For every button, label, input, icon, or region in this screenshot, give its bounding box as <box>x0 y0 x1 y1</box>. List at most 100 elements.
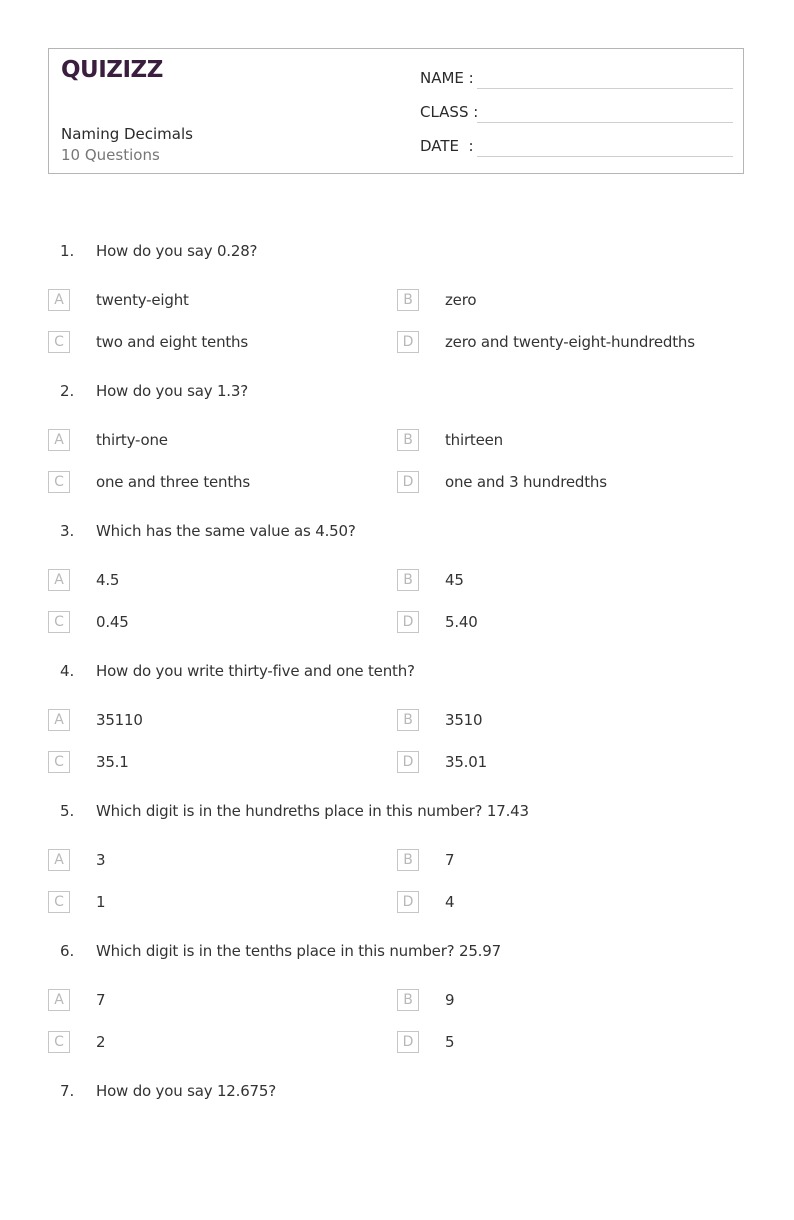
option-text: 7 <box>445 851 455 869</box>
option-text: 3 <box>96 851 106 869</box>
option-letter-box[interactable]: A <box>48 569 70 591</box>
class-field[interactable]: CLASS : <box>420 103 733 125</box>
option-letter-box[interactable]: D <box>397 891 419 913</box>
option-a[interactable]: A 7 <box>48 989 388 1013</box>
option-c[interactable]: C 1 <box>48 891 388 915</box>
option-a[interactable]: A 4.5 <box>48 569 388 593</box>
option-text: 7 <box>96 991 106 1009</box>
question-6: 6. Which digit is in the tenths place in… <box>48 940 748 1080</box>
option-text: 4.5 <box>96 571 120 589</box>
question-number: 3. <box>60 522 75 540</box>
option-d[interactable]: D 35.01 <box>397 751 737 775</box>
option-text: 35.1 <box>96 753 129 771</box>
option-b[interactable]: B zero <box>397 289 737 313</box>
option-b[interactable]: B 9 <box>397 989 737 1013</box>
option-a[interactable]: A twenty-eight <box>48 289 388 313</box>
question-text: Which digit is in the hundreths place in… <box>96 802 529 820</box>
class-input-line[interactable] <box>477 122 733 123</box>
question-number: 7. <box>60 1082 75 1100</box>
option-text: 45 <box>445 571 464 589</box>
option-letter-box[interactable]: B <box>397 289 419 311</box>
question-text: How do you say 1.3? <box>96 382 248 400</box>
option-letter-box[interactable]: A <box>48 849 70 871</box>
question-text: How do you say 0.28? <box>96 242 258 260</box>
question-number: 1. <box>60 242 75 260</box>
question-number: 5. <box>60 802 75 820</box>
option-letter-box[interactable]: C <box>48 891 70 913</box>
question-list: 1. How do you say 0.28? A twenty-eight B… <box>48 240 748 1220</box>
option-b[interactable]: B 7 <box>397 849 737 873</box>
option-letter-box[interactable]: D <box>397 331 419 353</box>
option-text: 5 <box>445 1033 455 1051</box>
question-text: How do you say 12.675? <box>96 1082 276 1100</box>
option-b[interactable]: B 3510 <box>397 709 737 733</box>
option-text: 1 <box>96 893 106 911</box>
option-text: two and eight tenths <box>96 333 248 351</box>
option-letter-box[interactable]: D <box>397 751 419 773</box>
option-letter-box[interactable]: B <box>397 569 419 591</box>
option-c[interactable]: C 2 <box>48 1031 388 1055</box>
question-2: 2. How do you say 1.3? A thirty-one B th… <box>48 380 748 520</box>
option-letter-box[interactable]: B <box>397 849 419 871</box>
option-c[interactable]: C one and three tenths <box>48 471 388 495</box>
option-text: one and three tenths <box>96 473 250 491</box>
name-input-line[interactable] <box>477 88 733 89</box>
option-letter-box[interactable]: D <box>397 1031 419 1053</box>
option-text: one and 3 hundredths <box>445 473 607 491</box>
option-letter-box[interactable]: B <box>397 989 419 1011</box>
name-label: NAME : <box>420 69 474 87</box>
option-letter-box[interactable]: A <box>48 289 70 311</box>
option-a[interactable]: A thirty-one <box>48 429 388 453</box>
option-d[interactable]: D one and 3 hundredths <box>397 471 737 495</box>
date-field[interactable]: DATE : <box>420 137 733 159</box>
option-letter-box[interactable]: A <box>48 429 70 451</box>
option-c[interactable]: C two and eight tenths <box>48 331 388 355</box>
option-text: 4 <box>445 893 455 911</box>
option-letter-box[interactable]: C <box>48 1031 70 1053</box>
option-a[interactable]: A 35110 <box>48 709 388 733</box>
question-count: 10 Questions <box>61 146 160 164</box>
question-7: 7. How do you say 12.675? <box>48 1080 748 1220</box>
option-letter-box[interactable]: C <box>48 331 70 353</box>
name-field[interactable]: NAME : <box>420 69 733 91</box>
option-letter-box[interactable]: B <box>397 709 419 731</box>
question-text: Which has the same value as 4.50? <box>96 522 356 540</box>
option-text: 35.01 <box>445 753 487 771</box>
option-c[interactable]: C 35.1 <box>48 751 388 775</box>
option-d[interactable]: D 5 <box>397 1031 737 1055</box>
question-3: 3. Which has the same value as 4.50? A 4… <box>48 520 748 660</box>
option-letter-box[interactable]: A <box>48 709 70 731</box>
option-letter-box[interactable]: A <box>48 989 70 1011</box>
quizizz-logo: QUIZIZZ <box>61 57 163 83</box>
option-c[interactable]: C 0.45 <box>48 611 388 635</box>
option-b[interactable]: B 45 <box>397 569 737 593</box>
question-text: Which digit is in the tenths place in th… <box>96 942 501 960</box>
option-letter-box[interactable]: B <box>397 429 419 451</box>
option-b[interactable]: B thirteen <box>397 429 737 453</box>
option-a[interactable]: A 3 <box>48 849 388 873</box>
question-number: 4. <box>60 662 75 680</box>
option-letter-box[interactable]: C <box>48 751 70 773</box>
date-input-line[interactable] <box>477 156 733 157</box>
question-text: How do you write thirty-five and one ten… <box>96 662 415 680</box>
option-text: thirteen <box>445 431 503 449</box>
option-letter-box[interactable]: D <box>397 471 419 493</box>
option-letter-box[interactable]: D <box>397 611 419 633</box>
question-number: 6. <box>60 942 75 960</box>
class-label: CLASS : <box>420 103 479 121</box>
option-letter-box[interactable]: C <box>48 611 70 633</box>
worksheet-title: Naming Decimals <box>61 125 193 143</box>
option-d[interactable]: D 4 <box>397 891 737 915</box>
option-d[interactable]: D 5.40 <box>397 611 737 635</box>
option-text: 5.40 <box>445 613 478 631</box>
date-label: DATE : <box>420 137 474 155</box>
question-1: 1. How do you say 0.28? A twenty-eight B… <box>48 240 748 380</box>
option-text: 3510 <box>445 711 483 729</box>
question-4: 4. How do you write thirty-five and one … <box>48 660 748 800</box>
option-text: twenty-eight <box>96 291 189 309</box>
option-d[interactable]: D zero and twenty-eight-hundredths <box>397 331 737 355</box>
option-letter-box[interactable]: C <box>48 471 70 493</box>
option-text: 2 <box>96 1033 106 1051</box>
worksheet-header: QUIZIZZ Naming Decimals 10 Questions NAM… <box>48 48 744 174</box>
option-text: 35110 <box>96 711 143 729</box>
